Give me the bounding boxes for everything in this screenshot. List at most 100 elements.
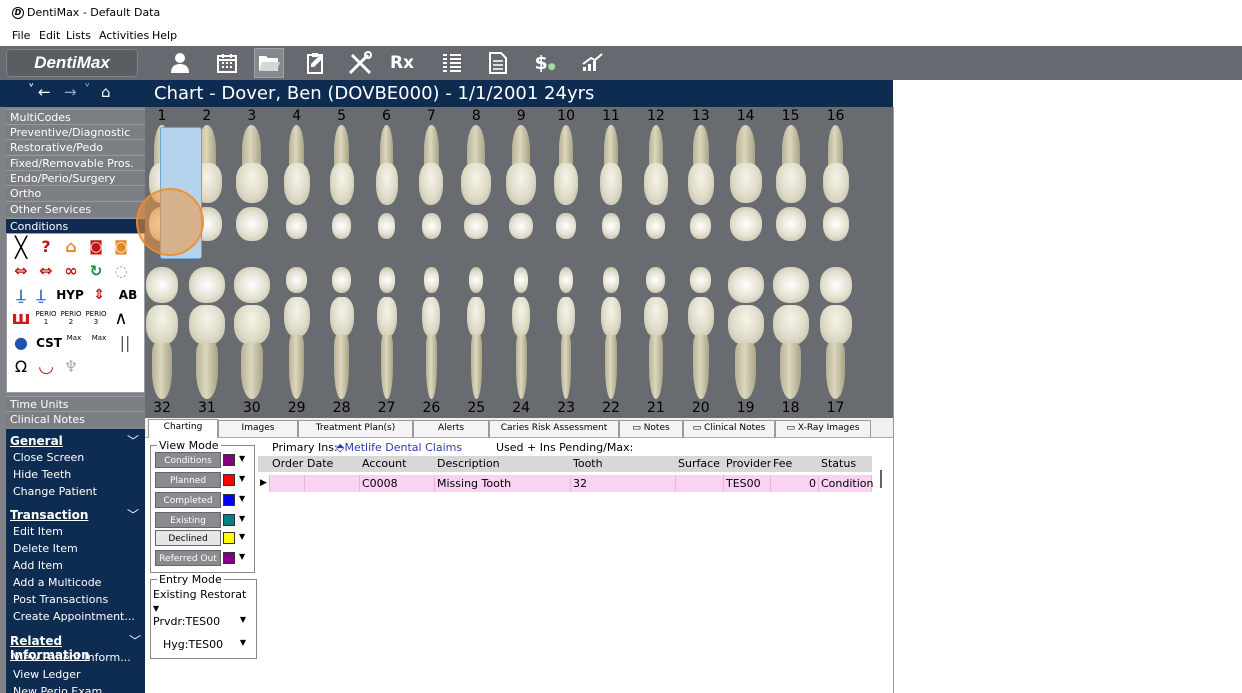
tooth-number[interactable]: 6 — [372, 108, 402, 124]
lower-tooth[interactable] — [329, 267, 354, 402]
new-perio-exam-link[interactable]: New Perio Exam — [13, 685, 102, 693]
grid-scrollbar[interactable] — [880, 470, 882, 488]
omega-icon[interactable]: Ω — [9, 356, 33, 378]
perio-3-icon[interactable]: PERIO 3 — [84, 308, 108, 330]
folder-icon[interactable] — [254, 48, 284, 78]
col-status[interactable]: Status — [819, 456, 872, 472]
dollar-icon[interactable]: $● — [530, 48, 560, 78]
hide-teeth-link[interactable]: Hide Teeth — [13, 468, 71, 481]
tooth-number[interactable]: 22 — [596, 400, 626, 416]
upper-tooth[interactable] — [822, 125, 849, 260]
view-declined-color-swatch[interactable] — [223, 532, 235, 544]
calendar-icon[interactable] — [212, 48, 242, 78]
upper-tooth[interactable] — [461, 125, 492, 260]
upper-tooth[interactable] — [554, 125, 579, 260]
lower-tooth[interactable] — [772, 267, 809, 402]
change-patient-link[interactable]: Change Patient — [13, 485, 97, 498]
tooth-outline-icon[interactable]: ⌂ — [59, 236, 83, 258]
cell-description[interactable]: Missing Tooth — [435, 475, 571, 492]
tools-icon[interactable] — [345, 48, 375, 78]
tooth-number[interactable]: 8 — [461, 108, 491, 124]
tooth-number[interactable]: 19 — [731, 400, 761, 416]
view-planned-dropdown-icon[interactable]: ▼ — [239, 474, 245, 483]
add-item-link[interactable]: Add Item — [13, 559, 63, 572]
create-appointment-link[interactable]: Create Appointment... — [13, 610, 135, 623]
transaction-collapse-icon[interactable]: ﹀ — [127, 506, 139, 523]
category-restorative-pedo[interactable]: Restorative/Pedo — [6, 139, 145, 154]
view-existing-dropdown-icon[interactable]: ▼ — [239, 514, 245, 523]
view-completed-button[interactable]: Completed — [155, 492, 221, 508]
tooth-number[interactable]: 2 — [192, 108, 222, 124]
tooth-blue-2-icon[interactable]: ⍊ — [29, 284, 53, 306]
menu-edit[interactable]: Edit — [39, 29, 60, 42]
primary-insurance-link[interactable]: ⬘Metlife Dental Claims — [336, 441, 462, 454]
time-units[interactable]: Time Units — [6, 396, 145, 411]
tooth-number[interactable]: 15 — [776, 108, 806, 124]
tooth-number[interactable]: 20 — [686, 400, 716, 416]
delete-item-link[interactable]: Delete Item — [13, 542, 78, 555]
tooth-number[interactable]: 1 — [147, 108, 177, 124]
view-referred-out-color-swatch[interactable] — [223, 552, 235, 564]
bridge-icon[interactable]: ∞ — [59, 260, 83, 282]
tab-treatment-plans[interactable]: Treatment Plan(s) — [298, 420, 413, 437]
tooth-number[interactable]: 21 — [641, 400, 671, 416]
general-collapse-icon[interactable]: ﹀ — [127, 432, 139, 449]
upper-tooth[interactable] — [235, 125, 268, 260]
view-patient-info-link[interactable]: View Patient Inform... — [13, 651, 131, 664]
perio-2-icon[interactable]: PERIO 2 — [59, 308, 83, 330]
transaction-header[interactable]: Transaction — [10, 508, 88, 522]
tooth-number[interactable]: 27 — [372, 400, 402, 416]
cell-order[interactable] — [270, 475, 305, 492]
hyp-icon[interactable]: HYP — [55, 284, 85, 306]
drift-right-icon[interactable]: ⇔ — [34, 260, 58, 282]
cell-provider[interactable]: TES00 — [724, 475, 771, 492]
lower-tooth[interactable] — [512, 267, 531, 402]
perio-red-icon[interactable]: ш — [9, 308, 33, 330]
tooth-number[interactable]: 17 — [821, 400, 851, 416]
tooth-number[interactable]: 9 — [506, 108, 536, 124]
add-multicode-link[interactable]: Add a Multicode — [13, 576, 101, 589]
document-icon[interactable] — [483, 48, 513, 78]
tooth-number[interactable]: 13 — [686, 108, 716, 124]
category-other-services[interactable]: Other Services — [6, 201, 145, 216]
menu-help[interactable]: Help — [152, 29, 177, 42]
cell-surface[interactable] — [676, 475, 724, 492]
view-existing-color-swatch[interactable] — [223, 514, 235, 526]
ab-icon[interactable]: AB — [113, 284, 143, 306]
col-provider[interactable]: Provider — [724, 456, 771, 472]
tooth-number[interactable]: 3 — [237, 108, 267, 124]
impacted-tooth-icon[interactable]: ◌ — [109, 260, 133, 282]
perio-1-icon[interactable]: PERIO 1 — [34, 308, 58, 330]
tooth-number[interactable]: 29 — [282, 400, 312, 416]
lower-tooth[interactable] — [188, 267, 225, 402]
tooth-number[interactable]: 24 — [506, 400, 536, 416]
tab-alerts[interactable]: Alerts — [413, 420, 489, 437]
tooth-number[interactable]: 23 — [551, 400, 581, 416]
rx-icon[interactable]: Rx — [387, 48, 417, 78]
max-denture-2-icon[interactable]: Max — [87, 332, 111, 354]
mouth-icon[interactable]: ◡ — [34, 356, 58, 378]
close-screen-link[interactable]: Close Screen — [13, 451, 84, 464]
lower-tooth[interactable] — [233, 267, 270, 402]
missing-tooth-x-icon[interactable]: ╳ — [9, 236, 33, 258]
upper-tooth[interactable] — [329, 125, 354, 260]
list-icon[interactable] — [437, 48, 467, 78]
view-existing-button[interactable]: Existing — [155, 512, 221, 528]
lower-tooth[interactable] — [376, 267, 397, 402]
question-icon[interactable]: ? — [34, 236, 58, 258]
tooth-number[interactable]: 10 — [551, 108, 581, 124]
menu-file[interactable]: File — [12, 29, 30, 42]
view-conditions-button[interactable]: Conditions — [155, 452, 221, 468]
tooth-number[interactable]: 7 — [416, 108, 446, 124]
cst-icon[interactable]: CST — [34, 332, 64, 354]
upper-tooth[interactable] — [600, 125, 622, 260]
cell-date[interactable] — [305, 475, 360, 492]
forward-dropdown-icon[interactable]: ˅ — [84, 83, 91, 98]
col-fee[interactable]: Fee — [771, 456, 819, 472]
lower-tooth[interactable] — [467, 267, 486, 402]
tooth-number[interactable]: 25 — [461, 400, 491, 416]
col-description[interactable]: Description — [435, 456, 571, 472]
lower-tooth[interactable] — [146, 267, 178, 402]
tooth-number[interactable]: 14 — [731, 108, 761, 124]
upper-tooth[interactable] — [506, 125, 537, 260]
